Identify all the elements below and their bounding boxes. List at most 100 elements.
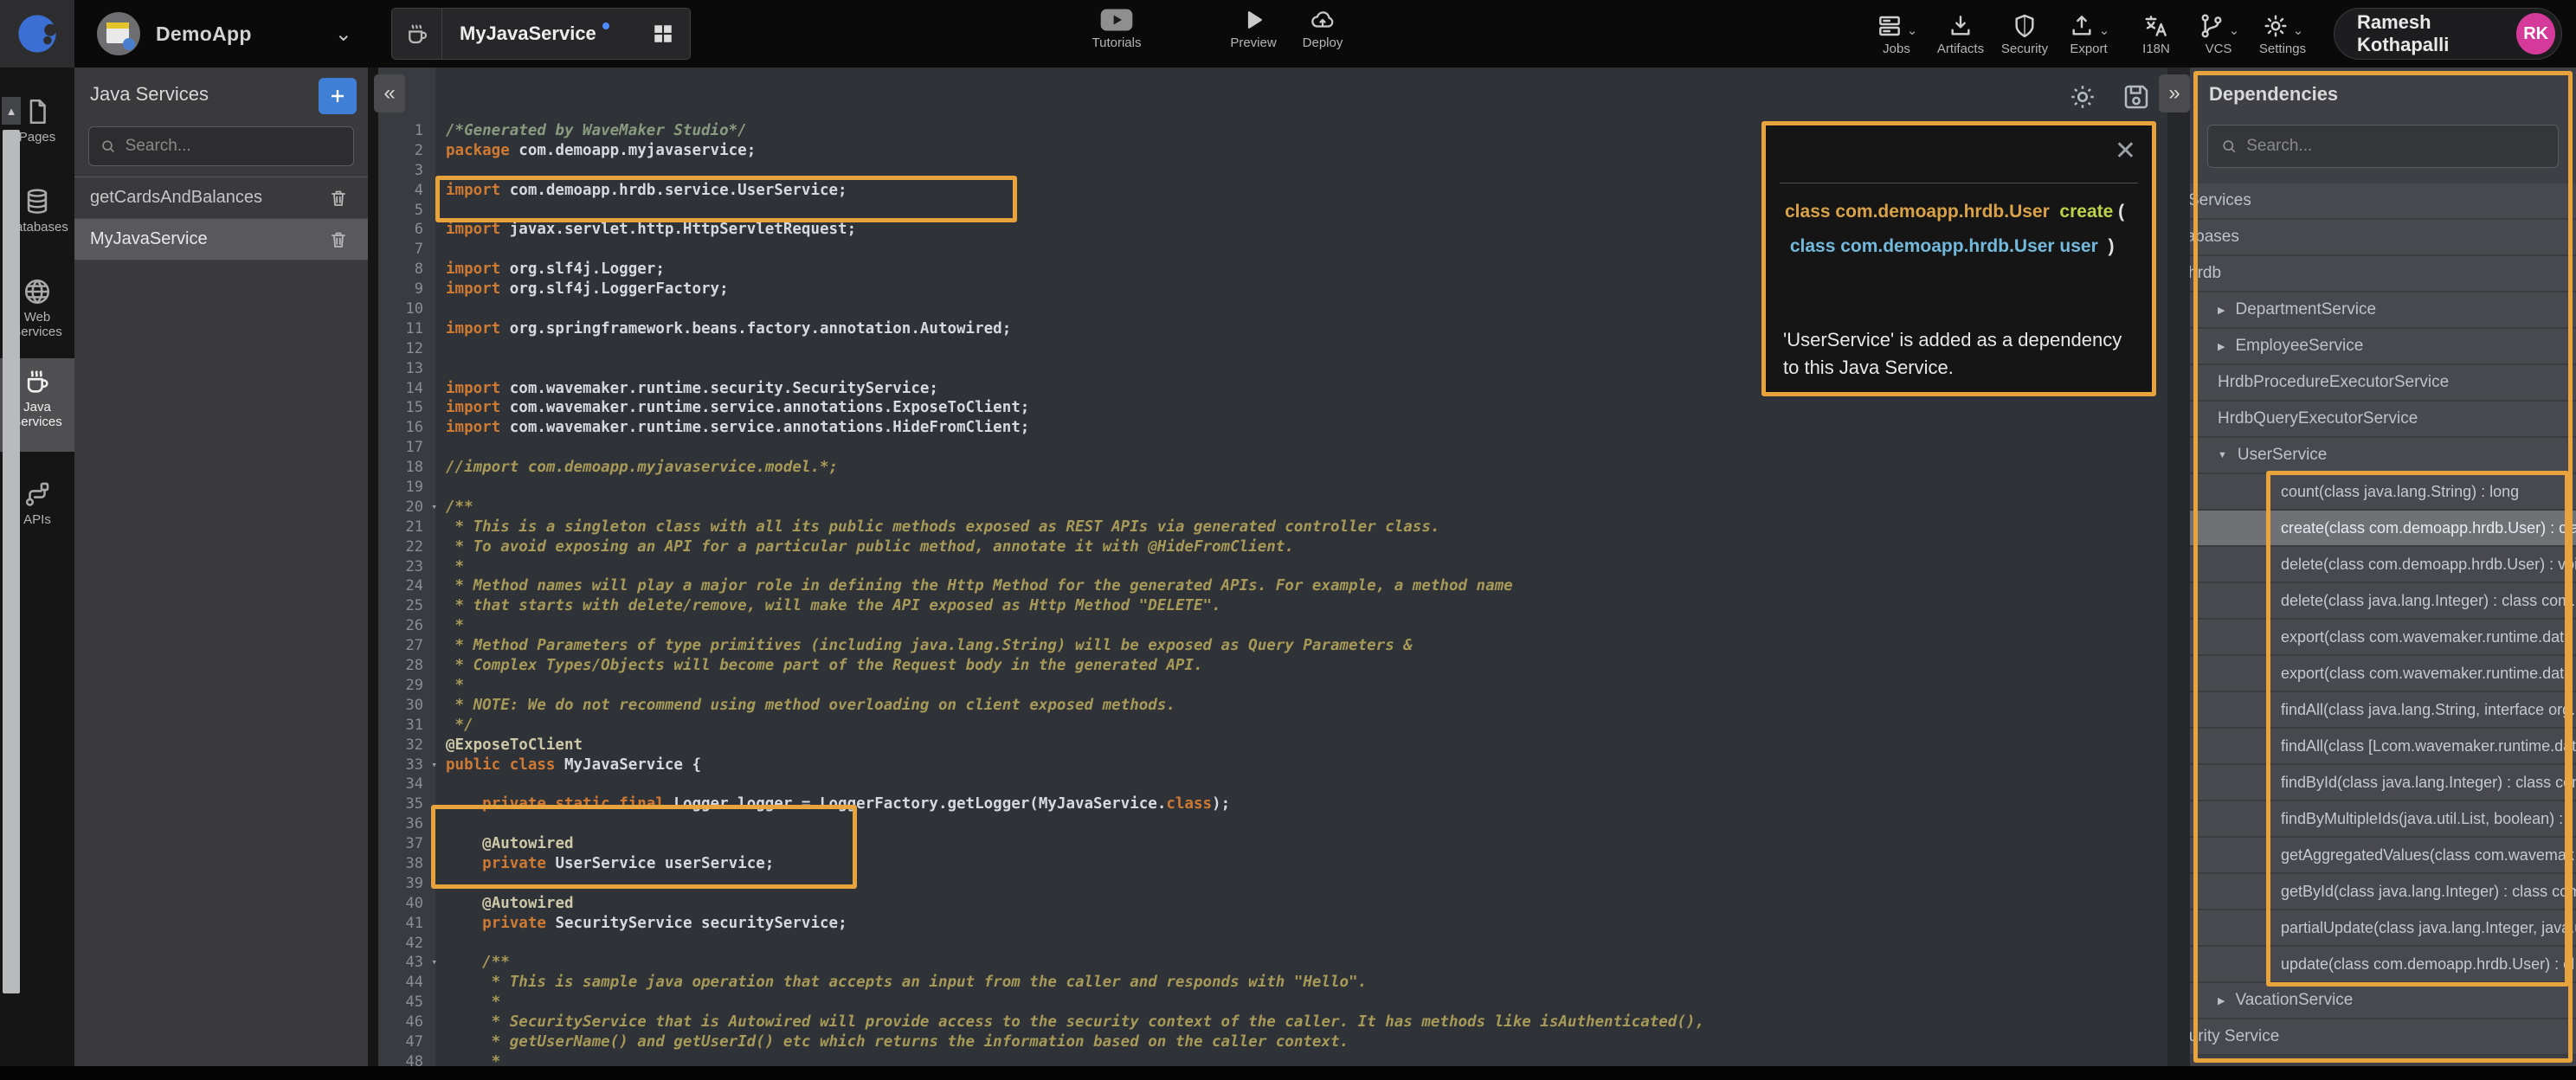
line-number: 27 [378,636,435,656]
topbar-action-export[interactable]: ⌄Export [2051,7,2126,56]
dependency-node-create[interactable]: create(class com.demoapp.hrdb.User) : cl… [2190,511,2576,547]
code-line: * Method names will play a major role in… [446,576,1704,596]
code-line: import org.springframework.beans.factory… [446,319,1704,339]
dependency-node-partialupdate[interactable]: partialUpdate(class java.lang.Integer, j… [2190,910,2576,947]
vcs-icon [2198,12,2225,40]
avatar: RK [2516,13,2555,55]
code-line [446,775,1704,794]
fold-icon[interactable]: ▾ [431,755,437,775]
line-number: 14 [378,379,435,399]
dependency-node-hrdbqueryexecutorservice[interactable]: HrdbQueryExecutorService [2190,402,2576,438]
unsaved-dot-icon [602,22,609,29]
topbar-action-settings[interactable]: ⌄Settings [2245,7,2320,56]
line-number: 3 [378,161,435,181]
dependency-node-services[interactable]: Services [2190,183,2576,220]
line-number: 23 [378,557,435,577]
fold-icon[interactable]: ▾ [431,953,437,973]
chevron-down-icon: ⌄ [1907,22,1918,38]
scrollbar-up-button[interactable]: ▲ [2,97,21,125]
dependency-node-findbyid[interactable]: findById(class java.lang.Integer) : clas… [2190,765,2576,801]
line-number: 42 [378,934,435,954]
dependency-node-delete[interactable]: delete(class java.lang.Integer) : class … [2190,583,2576,620]
code-line: * SecurityService that is Autowired will… [446,1012,1704,1032]
chevron-down-icon[interactable]: ⌄ [335,22,352,47]
java-services-search[interactable] [88,126,354,166]
dependency-node-export[interactable]: export(class com.wavemaker.runtime.data [2190,620,2576,656]
topbar-action-tutorials[interactable]: Tutorials [1073,7,1160,50]
line-number: 44 [378,973,435,993]
code-line: import org.slf4j.LoggerFactory; [446,280,1704,299]
delete-service-icon[interactable] [328,188,349,209]
topbar-action-deploy[interactable]: Deploy [1279,7,1366,50]
popup-message: 'UserService' is added as a dependency t… [1783,326,2129,382]
code-line [446,359,1704,379]
dependency-node-hrdb[interactable]: hrdb [2190,256,2576,292]
code-line: * Complex Types/Objects will become part… [446,656,1704,676]
code-line [446,339,1704,359]
line-number: 40 [378,894,435,914]
wavemaker-logo[interactable] [0,0,74,68]
dependency-label: UserService [2238,446,2327,465]
user-menu[interactable]: Ramesh Kothapalli RK [2334,8,2562,60]
dependency-node-getaggregatedvalues[interactable]: getAggregatedValues(class com.wavemak [2190,838,2576,874]
dependency-node-vacationservice[interactable]: ▶VacationService [2190,983,2576,1019]
editor-settings-icon[interactable] [2067,81,2098,112]
code-line: private static final Logger logger = Log… [446,794,1704,814]
java-services-icon [23,367,52,396]
dependency-node-userservice[interactable]: ▼ UserService [2190,438,2576,474]
java-service-item-MyJavaService[interactable]: MyJavaService [74,219,368,260]
save-icon[interactable] [2121,81,2152,112]
dependency-node-update[interactable]: update(class com.demoapp.hrdb.User) : cl [2190,947,2576,983]
dependency-label: findById(class java.lang.Integer) : clas… [2281,774,2576,792]
line-number: 31 [378,716,435,736]
topbar-action-label: Deploy [1303,35,1343,50]
delete-service-icon[interactable] [328,229,349,250]
close-icon[interactable]: ✕ [2115,136,2136,166]
fold-icon[interactable]: ▾ [431,498,437,518]
dependencies-search[interactable] [2207,125,2559,168]
scrollbar-thumb[interactable] [3,130,20,993]
line-number: 47 [378,1032,435,1052]
chevron-right-icon[interactable]: ▶ [2218,995,2225,1006]
code-line: /** [446,953,1704,973]
topbar-action-label: Settings [2259,42,2306,56]
dependency-node-count[interactable]: count(class java.lang.String) : long [2190,474,2576,511]
code-line: * [446,557,1704,577]
app-switcher[interactable]: DemoApp ⌄ [97,0,352,68]
code-line: import com.demoapp.hrdb.service.UserServ… [446,181,1704,201]
code-line: * NOTE: We do not recommend using method… [446,696,1704,716]
dependency-node-hrdbprocedureexecutorservice[interactable]: HrdbProcedureExecutorService [2190,365,2576,402]
dependency-node-security-service[interactable]: Security Service [2190,1019,2576,1056]
grid-icon[interactable] [636,9,690,59]
dependency-node-employeeservice[interactable]: ▶EmployeeService [2190,329,2576,365]
open-file-tab[interactable]: MyJavaService [391,8,691,60]
dependency-node-getbyid[interactable]: getById(class java.lang.Integer) : class… [2190,874,2576,910]
collapse-left-panel-button[interactable]: « [374,74,405,112]
dependency-node-findbymultipleids[interactable]: findByMultipleIds(java.util.List, boolea… [2190,801,2576,838]
line-number: 8 [378,260,435,280]
dependency-node-findall[interactable]: findAll(class java.lang.String, interfac… [2190,692,2576,729]
search-icon [2220,137,2238,156]
dependency-node-delete[interactable]: delete(class com.demoapp.hrdb.User) : vo… [2190,547,2576,583]
line-number: 12 [378,339,435,359]
line-number: 37 [378,834,435,854]
search-input[interactable] [2246,137,2546,156]
dependency-node-export[interactable]: export(class com.wavemaker.runtime.data [2190,656,2576,692]
add-java-service-button[interactable] [319,78,357,114]
topbar-action-label: Tutorials [1092,35,1142,50]
dependency-node-findall[interactable]: findAll(class [Lcom.wavemaker.runtime.da… [2190,729,2576,765]
line-number: 26 [378,616,435,636]
dependency-node-departmentservice[interactable]: ▶DepartmentService [2190,292,2576,329]
search-input[interactable] [126,137,343,156]
chevron-right-icon[interactable]: ▶ [2218,341,2225,352]
chevron-right-icon[interactable]: ▶ [2218,305,2225,316]
code-line [446,240,1704,260]
expand-right-panel-button[interactable]: » [2159,74,2190,112]
code-line [446,201,1704,221]
java-service-item-getCardsAndBalances[interactable]: getCardsAndBalances [74,177,368,219]
dependency-node-databases[interactable]: Databases [2190,220,2576,256]
code-line [446,299,1704,319]
chevron-down-icon[interactable]: ▼ [2218,450,2227,460]
code-line [446,934,1704,954]
sidebar-item-label: Pages [19,130,56,145]
